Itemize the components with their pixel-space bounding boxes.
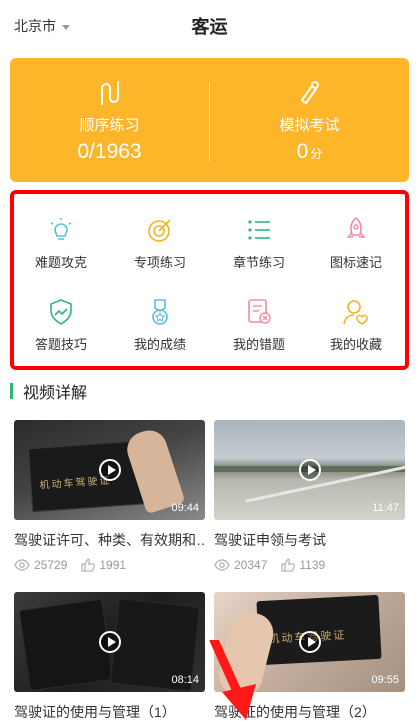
grid-item-difficult[interactable]: 难题攻克 (16, 216, 106, 271)
target-icon (148, 219, 171, 242)
page-title: 客运 (191, 17, 228, 37)
video-duration: 09:55 (371, 674, 399, 686)
thumbs-up-icon (81, 558, 96, 572)
video-stats: 20347 1139 (214, 558, 405, 572)
play-icon[interactable] (299, 459, 321, 481)
grid-item-label: 专项练习 (133, 255, 186, 270)
grid-item-label: 我的错题 (232, 337, 285, 352)
grid-item-label: 答题技巧 (34, 337, 87, 352)
mock-exam-label: 模拟考试 (279, 117, 340, 134)
sequential-practice-button[interactable]: 顺序练习 0/1963 (10, 58, 209, 182)
pen-icon (301, 81, 319, 104)
grid-item-favorites[interactable]: 我的收藏 (311, 298, 401, 353)
lightbulb-icon (50, 218, 72, 240)
error-doc-icon (248, 299, 271, 324)
red-arrow-icon (209, 640, 256, 720)
grid-item-label: 图标速记 (329, 255, 382, 270)
section-title: 视频详解 (23, 385, 88, 402)
eye-icon (214, 559, 230, 571)
grid-item-special[interactable]: 专项练习 (115, 216, 205, 271)
rocket-icon (346, 216, 366, 238)
video-card[interactable]: 机动车驾驶证 09:44 驾驶证许可、种类、有效期和… 25729 1991 (14, 420, 205, 572)
eye-icon (14, 559, 30, 571)
video-duration: 11:47 (372, 502, 399, 514)
video-card[interactable]: 08:14 驾驶证的使用与管理（1） (14, 592, 205, 722)
list-icon (248, 220, 270, 240)
grid-item-label: 我的收藏 (329, 337, 382, 352)
video-title: 驾驶证许可、种类、有效期和… (14, 532, 205, 548)
sequential-practice-label: 顺序练习 (79, 117, 140, 134)
video-title: 驾驶证的使用与管理（1） (14, 704, 176, 720)
mock-exam-button[interactable]: 模拟考试 0分 (210, 58, 409, 182)
video-duration: 08:14 (171, 674, 199, 686)
play-icon[interactable] (299, 631, 321, 653)
play-icon[interactable] (99, 631, 121, 653)
grid-item-label: 我的成绩 (133, 337, 186, 352)
medal-icon (152, 299, 168, 325)
like-count: 1139 (299, 558, 326, 572)
section-header: 视频详解 (10, 380, 87, 402)
top-bar: 北京市 客运 (0, 0, 419, 52)
path-icon (101, 81, 119, 105)
practice-banner: 顺序练习 0/1963 模拟考试 0分 (10, 58, 409, 182)
video-thumbnail[interactable]: 11:47 (214, 420, 405, 520)
video-title: 驾驶证申领与考试 (214, 532, 326, 548)
grid-item-chapter[interactable]: 章节练习 (214, 216, 304, 271)
feature-grid: 难题攻克 专项练习 章节练习 图标速记 答题技巧 我的成绩 我的错题 我的收藏 (10, 190, 409, 370)
grid-item-mistakes[interactable]: 我的错题 (214, 298, 304, 353)
video-duration: 09:44 (171, 502, 199, 514)
play-icon[interactable] (99, 459, 121, 481)
grid-item-scores[interactable]: 我的成绩 (115, 298, 205, 353)
video-thumbnail[interactable]: 机动车驾驶证 09:44 (14, 420, 205, 520)
video-card[interactable]: 11:47 驾驶证申领与考试 20347 1139 (214, 420, 405, 572)
mock-exam-score: 0分 (296, 140, 323, 163)
like-count: 1991 (99, 558, 127, 572)
thumbs-up-icon (281, 558, 296, 572)
user-heart-icon (343, 300, 368, 325)
grid-item-label: 难题攻克 (34, 255, 87, 270)
video-thumbnail[interactable]: 08:14 (14, 592, 205, 692)
grid-item-tips[interactable]: 答题技巧 (16, 298, 106, 353)
section-accent-bar (10, 383, 13, 399)
view-count: 25729 (34, 558, 68, 572)
sequential-practice-progress: 0/1963 (77, 140, 142, 163)
shield-trend-icon (50, 299, 72, 325)
grid-item-icons[interactable]: 图标速记 (311, 216, 401, 271)
view-count: 20347 (234, 558, 268, 572)
grid-item-label: 章节练习 (232, 255, 285, 270)
video-stats: 25729 1991 (14, 558, 205, 572)
